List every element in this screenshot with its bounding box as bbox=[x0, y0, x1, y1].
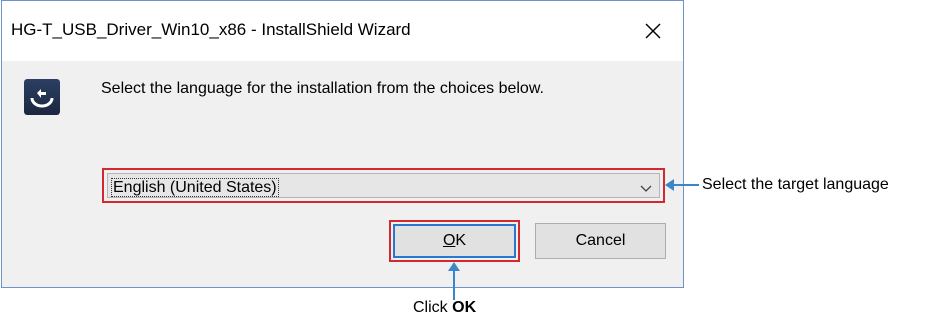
ok-button[interactable]: OK bbox=[393, 224, 516, 258]
ok-callout-prefix: Click bbox=[413, 299, 448, 316]
language-select[interactable]: English (United States) bbox=[107, 173, 660, 198]
chevron-down-icon[interactable] bbox=[639, 181, 653, 195]
ok-callout-line bbox=[453, 270, 455, 300]
installshield-dialog: HG-T_USB_Driver_Win10_x86 - InstallShiel… bbox=[1, 0, 684, 288]
language-callout-arrow-icon bbox=[665, 179, 674, 191]
close-button[interactable] bbox=[623, 1, 683, 61]
cancel-button[interactable]: Cancel bbox=[535, 223, 666, 259]
window-title: HG-T_USB_Driver_Win10_x86 - InstallShiel… bbox=[11, 20, 411, 39]
installshield-icon bbox=[24, 79, 60, 115]
ok-callout-arrow-icon bbox=[448, 262, 460, 271]
language-select-value: English (United States) bbox=[111, 178, 279, 197]
ok-callout-text: Click OK bbox=[413, 299, 476, 317]
close-icon bbox=[645, 23, 661, 39]
title-bar: HG-T_USB_Driver_Win10_x86 - InstallShiel… bbox=[2, 1, 683, 61]
language-callout-text: Select the target language bbox=[702, 176, 889, 193]
ok-button-label: OK bbox=[442, 232, 467, 249]
language-select-highlight: English (United States) bbox=[102, 168, 665, 203]
instruction-text: Select the language for the installation… bbox=[101, 80, 544, 97]
ok-button-highlight: OK bbox=[389, 220, 520, 262]
cancel-button-label: Cancel bbox=[575, 232, 626, 249]
ok-callout-bold: OK bbox=[452, 299, 477, 316]
